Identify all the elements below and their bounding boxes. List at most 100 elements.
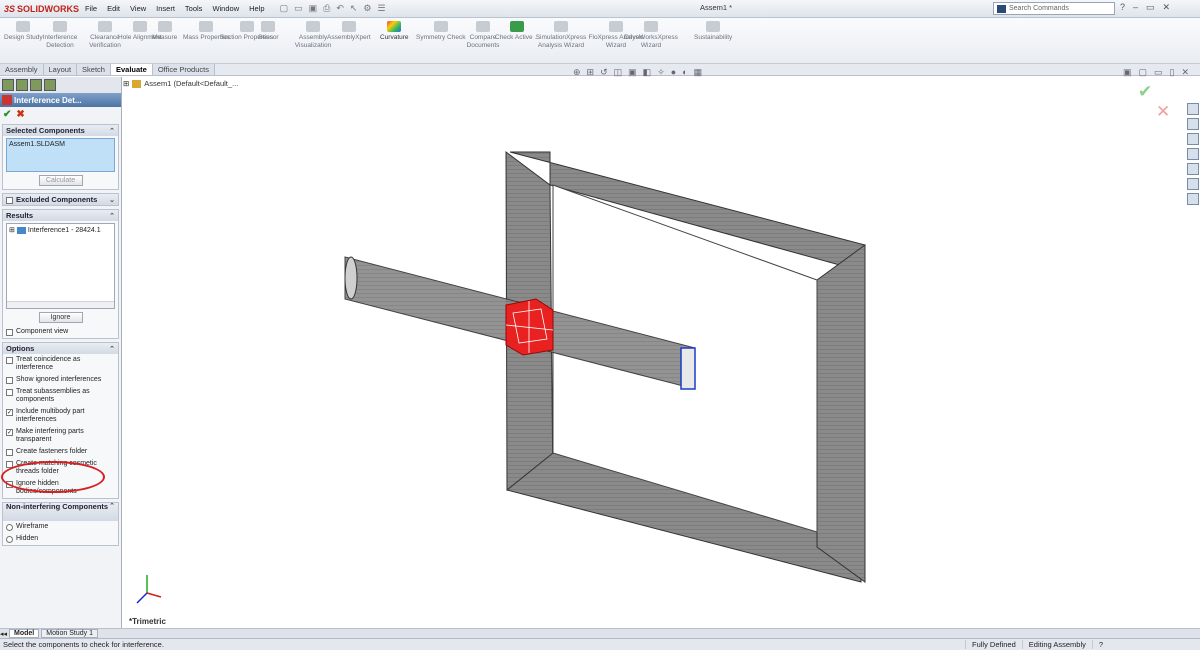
interference-result-item[interactable]: Interference1 - 28424.1 <box>28 227 101 234</box>
expand-tree-icon[interactable]: ⊞ <box>9 227 15 234</box>
tab-evaluate[interactable]: Evaluate <box>110 64 153 75</box>
ribbon-button-sensor[interactable]: Sensor <box>258 21 279 42</box>
property-manager-header: Interference Det... <box>0 93 121 107</box>
title-bar: 3S SOLIDWORKS File Edit View Insert Tools… <box>0 0 1200 18</box>
ribbon-button-sustainability[interactable]: Sustainability <box>694 21 732 42</box>
print-icon[interactable]: ⎙ <box>323 3 330 14</box>
ribbon-button-label: DriveWorksXpress Wizard <box>624 34 678 49</box>
tab-sketch[interactable]: Sketch <box>77 64 111 75</box>
menu-help[interactable]: Help <box>244 4 269 13</box>
cancel-button[interactable]: ✖ <box>16 109 24 120</box>
menu-insert[interactable]: Insert <box>151 4 180 13</box>
highlight-annotation <box>1 461 105 493</box>
solidworks-logo[interactable]: 3S SOLIDWORKS <box>0 4 80 14</box>
option-checkbox[interactable]: ✓ <box>6 429 13 436</box>
results-header[interactable]: Results ⌃ <box>3 210 118 221</box>
ok-button[interactable]: ✔ <box>3 109 11 120</box>
option-checkbox[interactable] <box>6 377 13 384</box>
ribbon-button-simulationxpress-analysis-wizard[interactable]: SimulationXpress Analysis Wizard <box>533 21 589 49</box>
feature-manager-icon[interactable] <box>2 79 14 91</box>
menu-view[interactable]: View <box>125 4 151 13</box>
option-label: Show ignored interferences <box>16 376 102 383</box>
new-icon[interactable]: ▢ <box>280 3 289 14</box>
menu-file[interactable]: File <box>80 4 102 13</box>
ribbon-button-driveworksxpress-wizard[interactable]: DriveWorksXpress Wizard <box>623 21 679 49</box>
ribbon-tool-icon <box>554 21 568 32</box>
results-group: Results ⌃ ⊞ Interference1 - 28424.1 Ignore… <box>2 209 119 339</box>
open-icon[interactable]: ▭ <box>294 3 303 14</box>
option-checkbox[interactable] <box>6 389 13 396</box>
restore-icon[interactable]: ▭ <box>1146 2 1155 13</box>
collapse-icon[interactable]: ⌃ <box>109 212 118 220</box>
option-checkbox[interactable] <box>6 449 13 456</box>
ribbon-tool-icon <box>98 21 112 32</box>
option-show-ignored-interferences[interactable]: Show ignored interferences <box>3 374 118 386</box>
option-treat-coincidence-as-interference[interactable]: Treat coincidence as interference <box>3 354 118 374</box>
expand-icon[interactable]: ⌄ <box>109 196 118 204</box>
option-label: Treat subassemblies as components <box>16 388 90 403</box>
tab-layout[interactable]: Layout <box>43 64 78 75</box>
option-checkbox[interactable]: ✓ <box>6 409 13 416</box>
property-manager-icon[interactable] <box>16 79 28 91</box>
graphics-area[interactable]: ⊞ Assem1 (Default<Default_... ⊕ ⊞ ↺ ◫ ▣ ◧… <box>123 67 1200 628</box>
rebuild-icon[interactable]: ⚙ <box>363 3 371 14</box>
ignore-button[interactable]: Ignore <box>38 312 83 323</box>
excluded-components-checkbox[interactable] <box>6 196 13 204</box>
hidden-option[interactable]: Hidden <box>3 533 118 545</box>
option-treat-subassemblies-as-components[interactable]: Treat subassemblies as components <box>3 386 118 406</box>
menu-edit[interactable]: Edit <box>102 4 125 13</box>
hidden-radio[interactable] <box>6 536 13 543</box>
ribbon-button-label: Sustainability <box>694 34 733 41</box>
tab-assembly[interactable]: Assembly <box>0 64 44 75</box>
option-label: Treat coincidence as interference <box>16 356 81 371</box>
selected-components-header[interactable]: Selected Components ⌃ <box>3 125 118 136</box>
collapse-icon[interactable]: ⌃ <box>109 127 118 135</box>
option-checkbox[interactable] <box>6 357 13 364</box>
non-interfering-header[interactable]: Non-interfering Components ⌃ <box>3 503 118 521</box>
search-commands-input[interactable]: Search Commands <box>993 2 1115 15</box>
interference-icon <box>2 95 12 105</box>
configuration-manager-icon[interactable] <box>30 79 42 91</box>
ribbon-button-assemblyxpert[interactable]: AssemblyXpert <box>327 21 371 42</box>
options-icon[interactable]: ☰ <box>377 3 385 14</box>
help-icon[interactable]: ? <box>1120 2 1125 13</box>
component-view-option[interactable]: Component view <box>3 326 118 338</box>
wireframe-radio[interactable] <box>6 524 13 531</box>
component-view-checkbox[interactable] <box>6 329 13 336</box>
ribbon-button-curvature[interactable]: Curvature <box>380 21 409 42</box>
menu-window[interactable]: Window <box>207 4 244 13</box>
results-list[interactable]: ⊞ Interference1 - 28424.1 <box>6 223 115 309</box>
selected-components-list[interactable]: Assem1.SLDASM <box>6 138 115 172</box>
menu-tools[interactable]: Tools <box>180 4 208 13</box>
ribbon-button-label: Curvature <box>380 34 409 41</box>
horizontal-scrollbar[interactable] <box>7 301 114 308</box>
close-icon[interactable]: ✕ <box>1163 2 1171 13</box>
tab-office-products[interactable]: Office Products <box>152 64 215 75</box>
collapse-icon[interactable]: ⌃ <box>109 503 118 511</box>
tab-motion-study-1[interactable]: Motion Study 1 <box>41 629 98 638</box>
option-create-fasteners-folder[interactable]: Create fasteners folder <box>3 446 118 458</box>
collapse-icon[interactable]: ⌃ <box>109 345 118 353</box>
options-header[interactable]: Options ⌃ <box>3 343 118 354</box>
document-title: Assem1 * <box>700 3 733 12</box>
tab-model[interactable]: Model <box>9 629 40 638</box>
select-icon[interactable]: ↖ <box>350 3 358 14</box>
tab-scroll-left-icon[interactable]: ◂◂ <box>0 630 7 638</box>
option-include-multibody-part-interferences[interactable]: ✓ Include multibody part interferences <box>3 406 118 426</box>
save-icon[interactable]: ▣ <box>309 3 318 14</box>
interference-region[interactable] <box>505 298 554 356</box>
ribbon-tool-icon <box>306 21 320 32</box>
status-help-icon[interactable]: ? <box>1091 640 1109 649</box>
ribbon-button-measure[interactable]: Measure <box>152 21 177 42</box>
ribbon-tool-icon <box>341 21 356 32</box>
display-manager-icon[interactable] <box>44 79 56 91</box>
ribbon-tool-icon <box>510 21 525 32</box>
calculate-button[interactable]: Calculate <box>38 175 83 186</box>
selected-component-item[interactable]: Assem1.SLDASM <box>9 141 65 148</box>
excluded-components-header[interactable]: Excluded Components ⌄ <box>3 194 118 205</box>
option-make-interfering-parts-transparent[interactable]: ✓ Make interfering parts transparent <box>3 426 118 446</box>
wireframe-option[interactable]: Wireframe <box>3 521 118 533</box>
minimize-icon[interactable]: – <box>1133 2 1138 13</box>
ribbon-tool-icon <box>476 21 490 32</box>
undo-icon[interactable]: ↶ <box>336 3 344 14</box>
